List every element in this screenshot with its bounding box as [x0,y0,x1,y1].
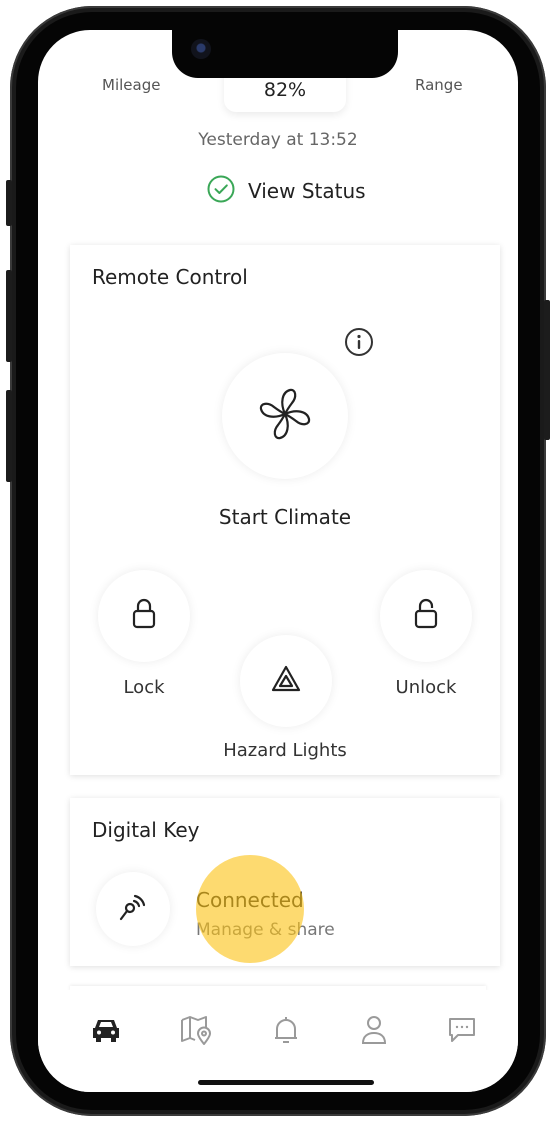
digital-key-subtitle: Manage & share [196,920,335,940]
unlock-icon [411,597,441,635]
lock-label: Lock [123,677,165,698]
digital-key-card[interactable]: Digital Key Connected Manage & share [70,798,500,966]
key-fob-signal-icon [117,891,149,927]
nav-profile[interactable] [354,1012,394,1052]
remote-control-title: Remote Control [92,265,248,289]
chat-icon [446,1015,478,1049]
lock-button[interactable] [98,570,190,662]
lock-icon [129,597,159,635]
digital-key-button[interactable] [96,872,170,946]
notch [172,30,398,78]
view-status-label: View Status [248,179,366,203]
digital-key-title: Digital Key [92,818,200,842]
nav-car[interactable] [86,1012,126,1052]
bell-icon [272,1014,300,1050]
person-icon [359,1014,389,1050]
power-button [544,300,550,440]
digital-key-status: Connected [196,888,304,912]
home-indicator[interactable] [198,1080,374,1085]
view-status-link[interactable]: View Status [206,174,366,208]
front-camera [191,39,211,59]
range-label: Range [415,76,463,94]
nav-notifications[interactable] [266,1012,306,1052]
start-climate-label: Start Climate [218,505,352,529]
volume-down-button [6,390,12,482]
car-icon [89,1015,123,1049]
hazard-triangle-icon [270,664,302,698]
volume-up-button [6,270,12,362]
map-icon [179,1014,213,1050]
mute-switch [6,180,12,226]
remote-control-card: Remote Control Start Climate Lock Unlock… [70,245,500,775]
mileage-label: Mileage [102,76,161,94]
fan-icon [256,385,314,447]
info-icon[interactable] [344,327,374,361]
charge-percent: 82% [263,79,307,101]
hazard-lights-button[interactable] [240,635,332,727]
app-screen: Mileage 82% Range Yesterday at 13:52 Vie… [38,30,518,1092]
nav-map[interactable] [176,1012,216,1052]
unlock-label: Unlock [395,677,457,698]
last-updated: Yesterday at 13:52 [198,130,358,150]
hazard-lights-label: Hazard Lights [223,740,347,761]
nav-messages[interactable] [442,1012,482,1052]
bottom-nav [38,990,518,1092]
start-climate-button[interactable] [222,353,348,479]
unlock-button[interactable] [380,570,472,662]
check-circle-icon [206,174,236,208]
